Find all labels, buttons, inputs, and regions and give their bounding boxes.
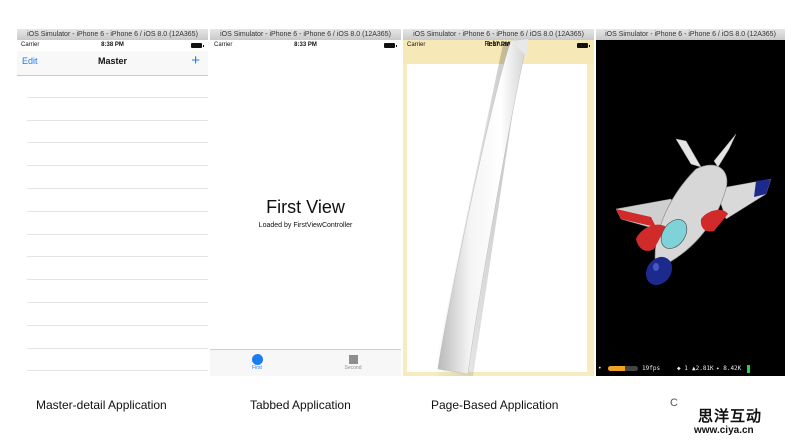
- status-bar: Carrier 8:38 PM: [17, 40, 208, 51]
- caption-page-based: Page-Based Application: [431, 398, 559, 412]
- fps-label: 19fps: [642, 365, 661, 372]
- caption-tabbed: Tabbed Application: [250, 398, 351, 412]
- battery-icon: [384, 43, 397, 48]
- status-indicator: [747, 365, 750, 373]
- table-view: [27, 75, 208, 372]
- circle-icon: [251, 354, 263, 365]
- fps-gauge-fill: [608, 366, 625, 371]
- triangle-count: ▲2.81K: [692, 365, 714, 372]
- table-row[interactable]: [27, 143, 208, 167]
- table-row[interactable]: [27, 257, 208, 281]
- fps-gauge: [608, 366, 638, 371]
- square-icon: [348, 355, 358, 364]
- table-row[interactable]: [27, 166, 208, 189]
- simulator-title-bar: iOS Simulator - iPhone 6 - iPhone 6 / iO…: [17, 29, 208, 40]
- table-row[interactable]: [27, 326, 208, 349]
- table-row[interactable]: [27, 303, 208, 326]
- node-count: ◆ 1: [677, 365, 688, 372]
- stats-overlay: • 19fps ◆ 1 ▲2.81K ✦ 8.42K: [596, 362, 785, 376]
- status-time: 8:38 PM: [101, 42, 124, 48]
- jet-fighter-model: [615, 133, 772, 286]
- stats-icon: •: [598, 365, 602, 372]
- battery-icon: [191, 43, 204, 48]
- status-bar: Carrier 8:33 PM: [210, 40, 401, 51]
- view-subheading: Loaded by FirstViewController: [258, 222, 353, 229]
- simulator-page-based: iOS Simulator - iPhone 6 - iPhone 6 / iO…: [403, 29, 594, 376]
- simulator-title-bar: iOS Simulator - iPhone 6 - iPhone 6 / iO…: [596, 29, 785, 40]
- view-heading: First View: [266, 197, 345, 217]
- tab-label: First: [252, 365, 262, 371]
- tab-bar: First Second: [210, 349, 401, 376]
- watermark-logo: 思洋互动 www.ciya.cn: [690, 405, 800, 445]
- table-row[interactable]: [27, 235, 208, 258]
- add-icon[interactable]: +: [191, 52, 200, 69]
- simulator-game: iOS Simulator - iPhone 6 - iPhone 6 / iO…: [596, 29, 785, 376]
- watermark-url: www.ciya.cn: [694, 425, 754, 436]
- table-row[interactable]: [27, 212, 208, 235]
- watermark-chinese: 思洋互动: [698, 407, 763, 425]
- table-row[interactable]: [27, 75, 208, 98]
- simulator-master-detail: iOS Simulator - iPhone 6 - iPhone 6 / iO…: [17, 29, 208, 376]
- status-time: 8:33 PM: [294, 42, 317, 48]
- navigation-bar: Edit Master +: [17, 51, 208, 76]
- table-row[interactable]: [27, 349, 208, 372]
- table-row[interactable]: [27, 189, 208, 212]
- page-curl[interactable]: [403, 29, 594, 376]
- caption-game: C: [670, 397, 678, 409]
- table-row[interactable]: [27, 280, 208, 303]
- tab-label: Second: [344, 365, 362, 371]
- tab-first[interactable]: First: [227, 354, 287, 371]
- table-row[interactable]: [27, 121, 208, 144]
- table-row[interactable]: [27, 98, 208, 121]
- caption-master-detail: Master-detail Application: [36, 398, 167, 412]
- simulator-tabbed: iOS Simulator - iPhone 6 - iPhone 6 / iO…: [210, 29, 401, 376]
- nav-title: Master: [97, 56, 127, 66]
- simulator-title-bar: iOS Simulator - iPhone 6 - iPhone 6 / iO…: [210, 29, 401, 40]
- tab-second[interactable]: Second: [323, 354, 383, 371]
- draw-count: ✦ 8.42K: [716, 365, 742, 372]
